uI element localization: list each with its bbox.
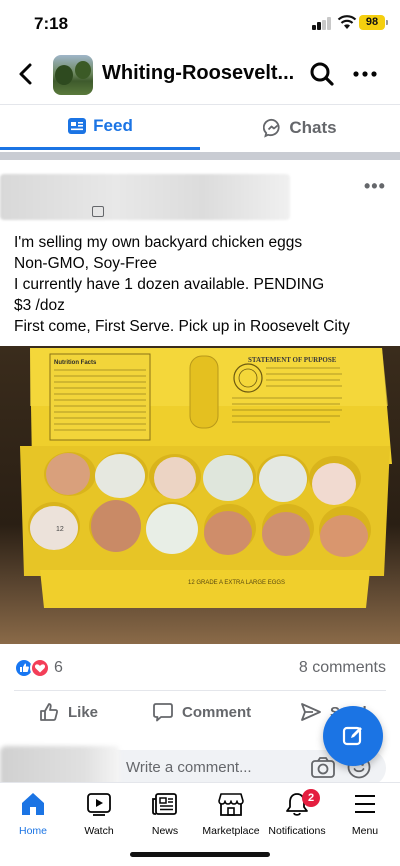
statement-of-purpose-label: STATEMENT OF PURPOSE (248, 356, 337, 364)
group-audience-icon (92, 206, 104, 217)
section-divider (0, 152, 400, 160)
home-icon (22, 793, 44, 815)
post-text-line: First come, First Serve. Pick up in Roos… (14, 318, 350, 335)
egg-carton-photo[interactable]: Nutrition Facts STATEMENT OF PURPOSE 12 … (0, 346, 400, 644)
menu-icon (355, 795, 375, 813)
reaction-count: 6 (54, 659, 63, 676)
wifi-icon (337, 15, 357, 29)
tab-chats[interactable]: Chats (200, 105, 400, 150)
chevron-left-icon (19, 63, 32, 85)
post-text-line: I currently have 1 dozen available. PEND… (14, 276, 325, 293)
search-button[interactable] (308, 60, 336, 88)
egg-marking: 12 (56, 526, 64, 533)
post-text: I'm selling my own backyard chicken eggs… (14, 232, 394, 337)
nav-home[interactable]: Home (0, 791, 66, 845)
send-icon (301, 703, 321, 721)
thumbs-up-icon (40, 703, 59, 721)
nav-news-label: News (151, 825, 179, 837)
group-header: Whiting-Roosevelt... (0, 50, 400, 100)
messenger-icon (263, 118, 283, 138)
redacted-author-area (0, 174, 290, 220)
search-icon (310, 62, 334, 86)
status-time: 7:18 (34, 14, 69, 33)
group-avatar[interactable] (53, 55, 93, 95)
battery-indicator: 98 (359, 15, 388, 30)
more-icon (353, 71, 377, 77)
nav-marketplace[interactable]: Marketplace (198, 791, 264, 845)
camera-button[interactable] (310, 756, 336, 780)
love-reaction-icon (30, 658, 50, 678)
status-bar: 7:18 98 (0, 0, 400, 48)
nav-home-label: Home (18, 825, 47, 837)
tab-feed-label: Feed (93, 116, 133, 135)
bottom-nav: Home Watch News Marketplace 2 Notificati… (0, 782, 400, 846)
egg-carton: Nutrition Facts STATEMENT OF PURPOSE 12 … (20, 348, 392, 608)
nav-news[interactable]: News (132, 791, 198, 845)
camera-icon (311, 757, 335, 778)
nav-menu-label: Menu (351, 825, 379, 837)
cellular-signal-icon (312, 17, 332, 30)
nutrition-facts-label: Nutrition Facts (54, 360, 97, 366)
carton-grade-label: 12 GRADE A EXTRA LARGE EGGS (188, 580, 285, 586)
tab-chats-label: Chats (289, 117, 337, 137)
home-indicator (130, 852, 270, 857)
watch-icon (87, 793, 111, 816)
nav-marketplace-label: Marketplace (202, 825, 260, 837)
like-button[interactable]: Like (38, 699, 98, 725)
post-text-line: $3 /doz (14, 297, 65, 314)
comment-button[interactable]: Comment (152, 699, 251, 725)
news-icon (152, 793, 177, 815)
group-tabs: Feed Chats (0, 104, 400, 150)
more-button[interactable] (350, 61, 380, 87)
nav-watch[interactable]: Watch (66, 791, 132, 845)
nav-notifications[interactable]: 2 Notifications (264, 789, 330, 845)
reactions-summary[interactable]: 6 8 comments (0, 654, 400, 682)
nav-menu[interactable]: Menu (332, 791, 398, 845)
post-header: ••• (0, 168, 400, 224)
back-button[interactable] (12, 60, 40, 88)
nav-watch-label: Watch (84, 825, 114, 837)
like-label: Like (68, 703, 99, 721)
post-text-line: I'm selling my own backyard chicken eggs (14, 234, 303, 251)
group-title[interactable]: Whiting-Roosevelt... (102, 62, 294, 85)
post-text-line: Non-GMO, Soy-Free (14, 255, 157, 272)
edit-icon (342, 726, 362, 746)
notification-badge: 2 (302, 789, 320, 807)
comment-label: Comment (182, 703, 252, 721)
comment-icon (153, 703, 173, 722)
tab-feed[interactable]: Feed (0, 105, 200, 150)
nav-notifications-label: Notifications (268, 825, 326, 837)
compose-post-button[interactable] (323, 706, 383, 766)
marketplace-icon (218, 793, 244, 816)
comment-count[interactable]: 8 comments (299, 659, 386, 677)
feed-icon (67, 117, 87, 135)
post-more-button[interactable]: ••• (364, 176, 386, 197)
